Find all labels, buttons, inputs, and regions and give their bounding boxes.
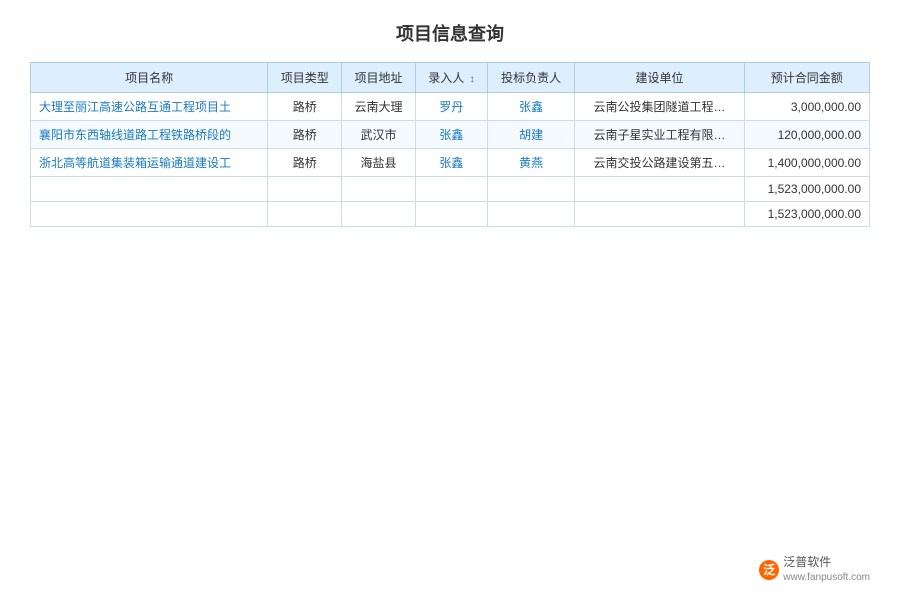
- subtotal-empty-cell: [342, 177, 416, 202]
- cell-amount: 1,400,000,000.00: [744, 149, 869, 177]
- cell-recorder[interactable]: 张鑫: [415, 121, 487, 149]
- brand-url: www.fanpusoft.com: [783, 571, 870, 584]
- subtotal-empty-cell: [415, 177, 487, 202]
- cell-amount: 120,000,000.00: [744, 121, 869, 149]
- col-header-amount: 预计合同金额: [744, 63, 869, 93]
- data-table: 项目名称 项目类型 项目地址 录入人 ↕ 投标负责人 建设单位: [30, 62, 870, 227]
- cell-bidder[interactable]: 胡建: [487, 121, 574, 149]
- cell-project-name[interactable]: 襄阳市东西轴线道路工程铁路桥段的: [31, 121, 268, 149]
- subtotal-empty-cell: [31, 177, 268, 202]
- col-header-name: 项目名称: [31, 63, 268, 93]
- table-body: 大理至丽江高速公路互通工程项目土路桥云南大理罗丹张鑫云南公投集团隧道工程…3,0…: [31, 93, 870, 227]
- cell-unit: 云南公投集团隧道工程…: [575, 93, 744, 121]
- cell-project-name[interactable]: 大理至丽江高速公路互通工程项目土: [31, 93, 268, 121]
- brand-name: 泛普软件: [783, 555, 870, 571]
- total-row: 1,523,000,000.00: [31, 202, 870, 227]
- subtotal-empty-cell: [487, 177, 574, 202]
- cell-recorder[interactable]: 罗丹: [415, 93, 487, 121]
- page-title: 项目信息查询: [30, 20, 870, 46]
- table-row: 襄阳市东西轴线道路工程铁路桥段的路桥武汉市张鑫胡建云南子星实业工程有限…120,…: [31, 121, 870, 149]
- brand-text: 泛普软件 www.fanpusoft.com: [783, 555, 870, 584]
- subtotal-empty-cell: [575, 177, 744, 202]
- cell-bidder[interactable]: 黄燕: [487, 149, 574, 177]
- subtotal-amount: 1,523,000,000.00: [744, 177, 869, 202]
- col-header-recorder[interactable]: 录入人 ↕: [415, 63, 487, 93]
- cell-project-address: 云南大理: [342, 93, 416, 121]
- cell-unit: 云南交投公路建设第五…: [575, 149, 744, 177]
- total-empty-cell: [575, 202, 744, 227]
- footer-brand: 泛 泛普软件 www.fanpusoft.com: [759, 555, 870, 584]
- table-row: 大理至丽江高速公路互通工程项目土路桥云南大理罗丹张鑫云南公投集团隧道工程…3,0…: [31, 93, 870, 121]
- sort-icon: ↕: [470, 74, 475, 85]
- col-header-bidder: 投标负责人: [487, 63, 574, 93]
- cell-project-type: 路桥: [268, 121, 342, 149]
- total-empty-cell: [342, 202, 416, 227]
- page-container: 项目信息查询 项目名称 项目类型 项目地址 录入人 ↕ 投标负责人: [0, 0, 900, 600]
- cell-bidder[interactable]: 张鑫: [487, 93, 574, 121]
- cell-project-address: 海盐县: [342, 149, 416, 177]
- table-header-row: 项目名称 项目类型 项目地址 录入人 ↕ 投标负责人 建设单位: [31, 63, 870, 93]
- brand-logo-icon: 泛: [759, 560, 779, 580]
- total-empty-cell: [487, 202, 574, 227]
- cell-project-type: 路桥: [268, 93, 342, 121]
- cell-project-type: 路桥: [268, 149, 342, 177]
- total-empty-cell: [415, 202, 487, 227]
- col-header-address: 项目地址: [342, 63, 416, 93]
- subtotal-row: 1,523,000,000.00: [31, 177, 870, 202]
- table-row: 浙北高等航道集装箱运输通道建设工路桥海盐县张鑫黄燕云南交投公路建设第五…1,40…: [31, 149, 870, 177]
- total-empty-cell: [268, 202, 342, 227]
- cell-project-name[interactable]: 浙北高等航道集装箱运输通道建设工: [31, 149, 268, 177]
- cell-project-address: 武汉市: [342, 121, 416, 149]
- col-header-unit: 建设单位: [575, 63, 744, 93]
- total-amount: 1,523,000,000.00: [744, 202, 869, 227]
- cell-amount: 3,000,000.00: [744, 93, 869, 121]
- cell-recorder[interactable]: 张鑫: [415, 149, 487, 177]
- cell-unit: 云南子星实业工程有限…: [575, 121, 744, 149]
- subtotal-empty-cell: [268, 177, 342, 202]
- total-empty-cell: [31, 202, 268, 227]
- col-header-type: 项目类型: [268, 63, 342, 93]
